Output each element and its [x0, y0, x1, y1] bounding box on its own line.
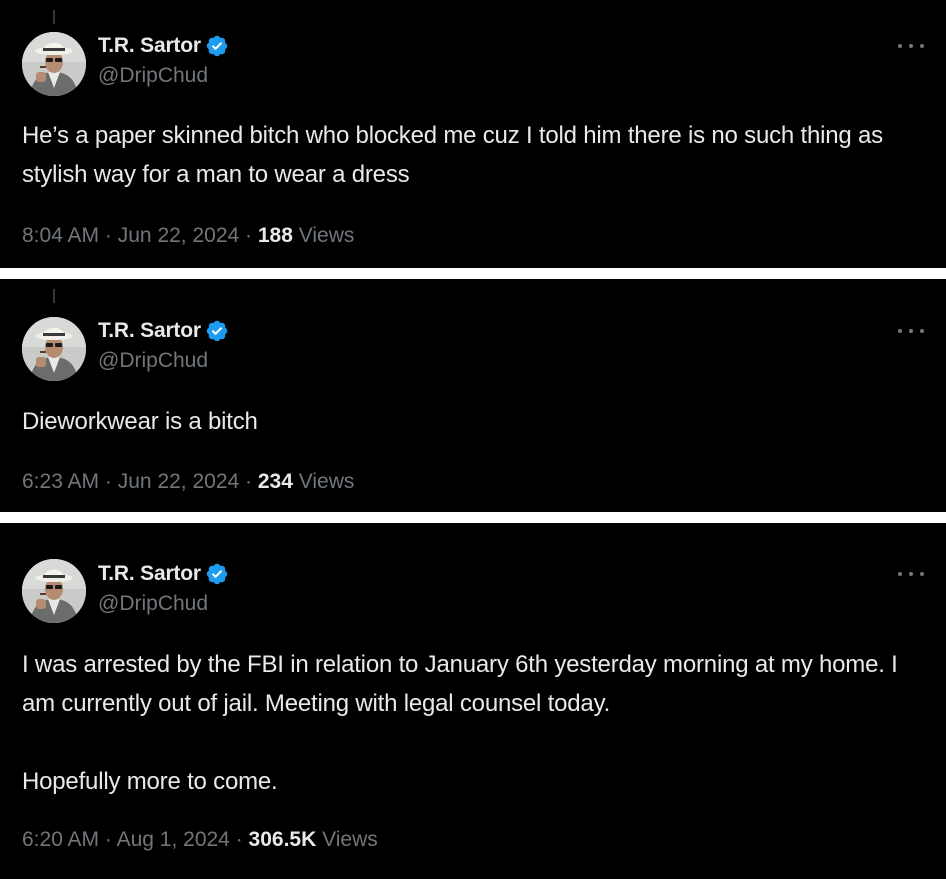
tweet-card-1[interactable]: T.R. Sartor @DripChud He’s a paper skinn…	[0, 0, 946, 268]
tweet-time[interactable]: 6:23 AM	[22, 470, 99, 493]
meta-separator: ·	[104, 470, 112, 493]
author-name-row[interactable]: T.R. Sartor	[98, 32, 229, 60]
more-dot	[909, 44, 913, 48]
more-dot	[898, 44, 902, 48]
more-dot	[909, 329, 913, 333]
more-dot	[920, 329, 924, 333]
more-options-icon[interactable]	[898, 564, 924, 584]
more-dot	[920, 44, 924, 48]
thread-connector-line	[53, 289, 55, 303]
meta-separator: ·	[104, 224, 112, 247]
tweet-card-2[interactable]: T.R. Sartor @DripChud Dieworkwear is a b…	[0, 279, 946, 512]
author-display-name[interactable]: T.R. Sartor	[98, 562, 201, 586]
tweet-date[interactable]: Jun 22, 2024	[118, 224, 239, 247]
avatar[interactable]	[22, 559, 86, 623]
verified-badge-icon	[206, 35, 228, 57]
tweet-metadata: 6:23 AM · Jun 22, 2024 · 234 Views	[22, 470, 354, 494]
author-handle[interactable]: @DripChud	[98, 349, 208, 373]
verified-badge-icon	[206, 320, 228, 342]
tweet-text: I was arrested by the FBI in relation to…	[22, 651, 898, 795]
tweet-metadata: 8:04 AM · Jun 22, 2024 · 188 Views	[22, 224, 354, 248]
more-dot	[920, 572, 924, 576]
meta-separator: ·	[245, 470, 253, 493]
avatar-image	[22, 317, 86, 381]
more-dot	[898, 572, 902, 576]
author-display-name[interactable]: T.R. Sartor	[98, 34, 201, 58]
avatar[interactable]	[22, 32, 86, 96]
tweet-text: He’s a paper skinned bitch who blocked m…	[22, 122, 890, 188]
more-options-icon[interactable]	[898, 36, 924, 56]
tweet-metadata: 6:20 AM · Aug 1, 2024 · 306.5K Views	[22, 828, 378, 852]
more-options-icon[interactable]	[898, 321, 924, 341]
tweet-card-3[interactable]: T.R. Sartor @DripChud I was arrested by …	[0, 523, 946, 879]
author-display-name[interactable]: T.R. Sartor	[98, 319, 201, 343]
views-count: 306.5K	[248, 828, 317, 851]
author-handle[interactable]: @DripChud	[98, 64, 208, 88]
thread-connector-line	[53, 10, 55, 24]
tweet-time[interactable]: 6:20 AM	[22, 828, 99, 851]
views-count: 234	[257, 470, 293, 493]
meta-separator: ·	[104, 828, 112, 851]
avatar-image	[22, 32, 86, 96]
meta-separator: ·	[235, 828, 243, 851]
author-handle[interactable]: @DripChud	[98, 592, 208, 616]
views-count: 188	[257, 224, 293, 247]
more-dot	[909, 572, 913, 576]
avatar-image	[22, 559, 86, 623]
tweet-text: Dieworkwear is a bitch	[22, 408, 258, 435]
author-name-row[interactable]: T.R. Sartor	[98, 317, 229, 345]
verified-badge-icon	[206, 563, 228, 585]
avatar[interactable]	[22, 317, 86, 381]
tweet-time[interactable]: 8:04 AM	[22, 224, 99, 247]
views-label: Views	[322, 828, 378, 851]
meta-separator: ·	[245, 224, 253, 247]
views-label: Views	[298, 470, 355, 493]
tweet-date[interactable]: Jun 22, 2024	[118, 470, 239, 493]
views-label: Views	[298, 224, 355, 247]
more-dot	[898, 329, 902, 333]
author-name-row[interactable]: T.R. Sartor	[98, 560, 229, 588]
tweet-date[interactable]: Aug 1, 2024	[117, 828, 230, 851]
